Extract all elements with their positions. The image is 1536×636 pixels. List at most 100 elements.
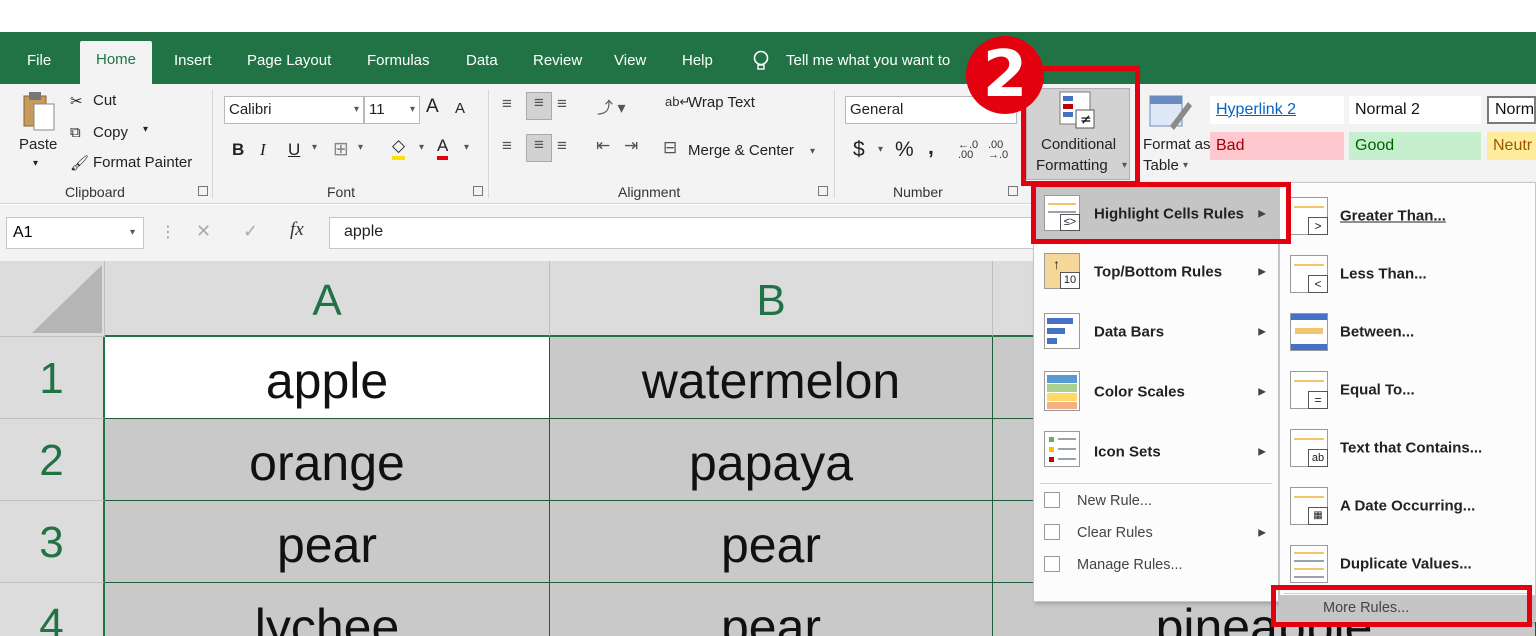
- font-name-box[interactable]: Calibri ▾: [224, 96, 364, 124]
- currency-button[interactable]: $: [853, 138, 865, 162]
- insert-function-button[interactable]: fx: [290, 219, 304, 241]
- font-color-button[interactable]: A: [437, 136, 449, 160]
- font-size-box[interactable]: 11 ▾: [364, 96, 420, 124]
- tab-page-layout[interactable]: Page Layout: [247, 42, 331, 84]
- format-as-table-icon[interactable]: [1148, 92, 1192, 136]
- cell-a3[interactable]: pear: [105, 501, 550, 583]
- tab-view[interactable]: View: [614, 42, 646, 84]
- borders-icon[interactable]: ⊞: [333, 138, 349, 161]
- cell-b1[interactable]: watermelon: [550, 337, 993, 419]
- style-neutral[interactable]: Neutr: [1487, 132, 1536, 160]
- between-item[interactable]: Between...: [1280, 303, 1535, 361]
- clipboard-launcher-icon[interactable]: [198, 186, 208, 196]
- percent-button[interactable]: %: [895, 138, 914, 162]
- merge-center-button[interactable]: Merge & Center: [688, 142, 794, 159]
- cell-b3[interactable]: pear: [550, 501, 993, 583]
- bold-button[interactable]: B: [232, 140, 244, 160]
- cut-button[interactable]: Cut: [93, 92, 116, 109]
- tell-me-search[interactable]: Tell me what you want to: [786, 42, 950, 84]
- clear-rules-item[interactable]: Clear Rules ▶: [1034, 517, 1278, 549]
- copy-dropdown-icon[interactable]: ▾: [143, 124, 148, 135]
- font-launcher-icon[interactable]: [473, 186, 483, 196]
- less-than-icon: <: [1290, 255, 1328, 293]
- style-bad[interactable]: Bad: [1210, 132, 1344, 160]
- format-as-table-label1[interactable]: Format as: [1143, 136, 1211, 153]
- shrink-font-button[interactable]: A: [455, 100, 465, 117]
- grow-font-button[interactable]: A: [426, 96, 439, 118]
- style-normal[interactable]: Norm: [1487, 96, 1536, 124]
- tab-insert[interactable]: Insert: [174, 42, 212, 84]
- underline-button[interactable]: U: [288, 140, 300, 160]
- chevron-down-icon[interactable]: ▾: [312, 142, 317, 153]
- tab-help[interactable]: Help: [682, 42, 713, 84]
- chevron-down-icon[interactable]: ▾: [464, 142, 469, 153]
- top-align-icon[interactable]: ≡: [502, 94, 512, 114]
- paste-button[interactable]: Paste: [19, 136, 57, 153]
- decrease-decimal-icon[interactable]: .00 →.0: [988, 140, 1008, 161]
- name-box[interactable]: A1 ▾: [6, 217, 144, 249]
- chevron-down-icon[interactable]: ▾: [878, 144, 883, 155]
- equal-to-item[interactable]: = Equal To...: [1280, 361, 1535, 419]
- align-center-icon[interactable]: ≡: [526, 134, 552, 162]
- style-normal-2[interactable]: Normal 2: [1349, 96, 1481, 124]
- tab-file[interactable]: File: [27, 42, 51, 84]
- date-occurring-item[interactable]: ▦ A Date Occurring...: [1280, 477, 1535, 535]
- italic-button[interactable]: I: [260, 140, 266, 160]
- cell-a1[interactable]: apple: [105, 337, 550, 419]
- cell-b2[interactable]: papaya: [550, 419, 993, 501]
- text-contains-item[interactable]: ab Text that Contains...: [1280, 419, 1535, 477]
- fill-color-icon[interactable]: ◇: [392, 136, 406, 160]
- paste-dropdown-icon[interactable]: ▾: [33, 158, 38, 169]
- select-all-corner[interactable]: [0, 261, 105, 337]
- middle-align-icon[interactable]: ≡: [526, 92, 552, 120]
- tab-data[interactable]: Data: [466, 42, 498, 84]
- style-hyperlink-2[interactable]: Hyperlink 2: [1210, 96, 1344, 124]
- chevron-down-icon[interactable]: ▾: [810, 146, 815, 157]
- data-bars-item[interactable]: Data Bars ▶: [1034, 303, 1278, 361]
- decrease-indent-icon[interactable]: ⇤: [596, 136, 610, 156]
- row-header-2[interactable]: 2: [0, 419, 105, 501]
- tab-review[interactable]: Review: [533, 42, 582, 84]
- less-than-item[interactable]: < Less Than...: [1280, 245, 1535, 303]
- new-rule-item[interactable]: New Rule...: [1034, 485, 1278, 517]
- align-left-icon[interactable]: ≡: [502, 136, 512, 156]
- row-header-3[interactable]: 3: [0, 501, 105, 583]
- column-header-a[interactable]: A: [105, 261, 550, 337]
- column-header-b[interactable]: B: [550, 261, 993, 337]
- cell-b4[interactable]: pear: [550, 583, 993, 636]
- top-bottom-rules-item[interactable]: ↑ 10 Top/Bottom Rules ▶: [1034, 245, 1278, 299]
- bottom-align-icon[interactable]: ≡: [557, 94, 567, 114]
- copy-button[interactable]: Copy: [93, 124, 128, 141]
- row-header-1[interactable]: 1: [0, 337, 105, 419]
- copy-icon: ⧉: [70, 124, 81, 141]
- format-as-table-label2[interactable]: Table: [1143, 157, 1179, 174]
- format-painter-button[interactable]: Format Painter: [93, 154, 192, 171]
- color-scales-item[interactable]: Color Scales ▶: [1034, 363, 1278, 421]
- wrap-text-button[interactable]: Wrap Text: [688, 94, 755, 111]
- confirm-entry-icon[interactable]: ✓: [243, 221, 258, 242]
- cell-a2[interactable]: orange: [105, 419, 550, 501]
- align-right-icon[interactable]: ≡: [557, 136, 567, 156]
- comma-button[interactable]: ,: [928, 136, 934, 160]
- orientation-icon[interactable]: ⤴ ▾: [597, 94, 625, 118]
- manage-rules-item[interactable]: Manage Rules...: [1034, 549, 1278, 581]
- chevron-down-icon[interactable]: ▾: [358, 142, 363, 153]
- icon-sets-item[interactable]: Icon Sets ▶: [1034, 423, 1278, 481]
- number-launcher-icon[interactable]: [1008, 186, 1018, 196]
- paste-icon[interactable]: [22, 90, 56, 136]
- increase-indent-icon[interactable]: ⇥: [624, 136, 638, 156]
- alignment-launcher-icon[interactable]: [818, 186, 828, 196]
- chevron-down-icon: ▾: [409, 104, 415, 115]
- greater-than-item[interactable]: > Greater Than...: [1280, 187, 1535, 245]
- ribbon-tab-bar: File Home Insert Page Layout Formulas Da…: [0, 32, 1536, 84]
- number-format-value: General: [850, 101, 904, 118]
- tab-home[interactable]: Home: [80, 41, 153, 84]
- chevron-down-icon[interactable]: ▾: [419, 142, 424, 153]
- chevron-down-icon[interactable]: ▾: [1183, 160, 1188, 171]
- row-header-4[interactable]: 4: [0, 583, 105, 636]
- increase-decimal-icon[interactable]: ←.0.00: [958, 140, 978, 161]
- cancel-entry-icon[interactable]: ✕: [196, 221, 211, 242]
- cell-a4[interactable]: lychee: [105, 583, 550, 636]
- tab-formulas[interactable]: Formulas: [367, 42, 430, 84]
- style-good[interactable]: Good: [1349, 132, 1481, 160]
